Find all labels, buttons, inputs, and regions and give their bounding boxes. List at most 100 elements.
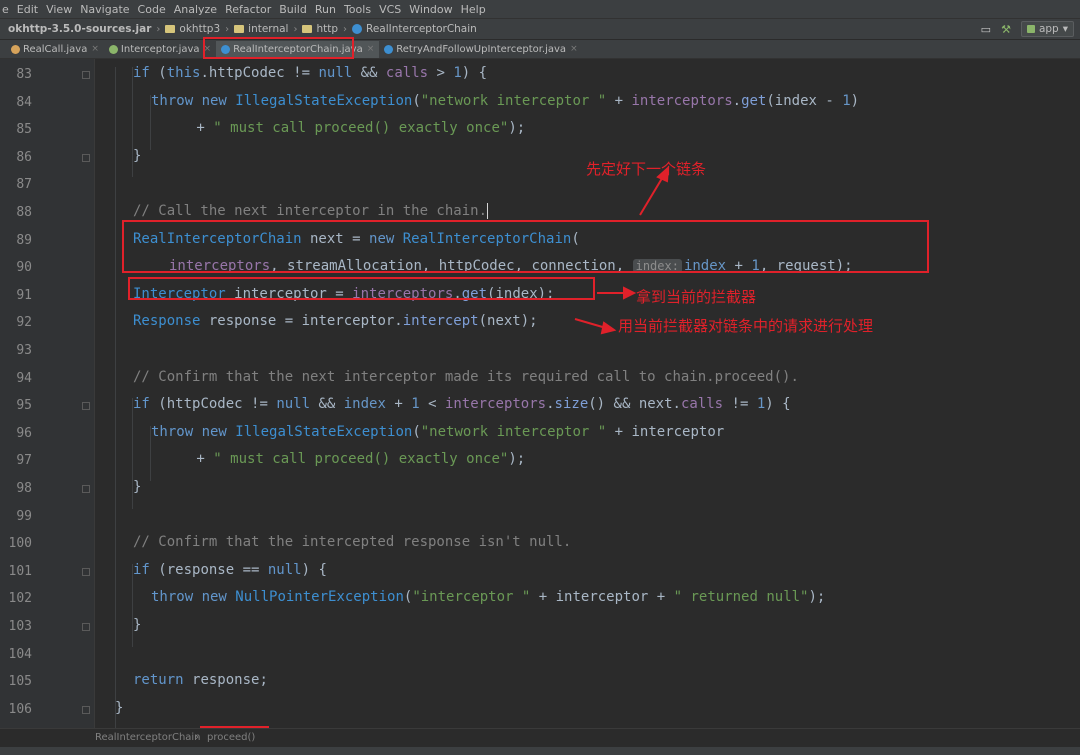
- line-number: 104: [8, 646, 32, 662]
- annotation-box-next-chain: [122, 220, 929, 273]
- code-line[interactable]: if (httpCodec != null && index + 1 < int…: [133, 396, 791, 412]
- code-token: null: [276, 396, 311, 413]
- menu-item-analyze[interactable]: Analyze: [174, 3, 217, 16]
- code-line[interactable]: if (response == null) {: [133, 562, 327, 578]
- code-token: .: [732, 92, 742, 109]
- annotation-text-get-interceptor: 拿到当前的拦截器: [636, 288, 757, 306]
- code-token: response = interceptor.: [200, 313, 403, 330]
- line-number: 88: [16, 205, 32, 220]
- fold-marker-icon[interactable]: [82, 402, 90, 411]
- code-line[interactable]: if (this.httpCodec != null && calls > 1)…: [133, 65, 487, 81]
- run-config-select[interactable]: app ▾: [1020, 21, 1074, 37]
- text-caret: [487, 203, 489, 219]
- chevron-right-icon: ›: [343, 23, 348, 35]
- nav-crumb-internal-label: internal: [248, 23, 289, 35]
- code-token: if: [133, 396, 159, 413]
- indent-guide: [150, 94, 151, 150]
- fold-marker-icon[interactable]: [82, 705, 90, 714]
- code-token: " returned null": [673, 589, 809, 606]
- nav-crumb-class[interactable]: RealInterceptorChain: [352, 23, 477, 35]
- file-icon: [11, 44, 20, 54]
- toolbar-right: ▭ ⚒ app ▾: [981, 21, 1074, 37]
- line-number-gutter: 83 84 85 86 87 88 89 90 91 92 93 94 95 96 97 98 99 100 101…: [0, 59, 95, 744]
- fold-marker-icon[interactable]: [82, 153, 90, 162]
- code-line[interactable]: return response;: [133, 672, 268, 688]
- close-icon[interactable]: ×: [570, 44, 578, 54]
- code-token: }: [133, 617, 142, 633]
- menu-item-build[interactable]: Build: [279, 3, 307, 16]
- code-token: calls: [385, 65, 429, 81]
- close-icon[interactable]: ×: [91, 44, 99, 54]
- menu-item-vcs[interactable]: VCS: [379, 3, 401, 16]
- indent-guide: [132, 67, 133, 178]
- tab-0[interactable]: RealCall.java ×: [6, 41, 104, 58]
- line-number: 106: [8, 701, 32, 717]
- code-line[interactable]: // Confirm that the intercepted response…: [133, 534, 571, 550]
- annotation-box-tab: [203, 37, 354, 59]
- line-number: 98: [16, 481, 32, 496]
- fold-marker-icon[interactable]: [82, 623, 90, 631]
- code-token: 1: [842, 92, 851, 109]
- code-token: ): [850, 92, 860, 109]
- code-line[interactable]: throw new IllegalStateException("network…: [151, 93, 859, 109]
- menu-item-help[interactable]: Help: [461, 3, 486, 16]
- tab-label: RetryAndFollowUpInterceptor.java: [396, 43, 567, 55]
- nav-crumb-http[interactable]: http: [302, 23, 338, 35]
- folder-icon: [302, 25, 313, 33]
- breadcrumb-class[interactable]: RealInterceptorChain: [95, 732, 201, 743]
- code-token: + interceptor: [606, 423, 725, 440]
- line-number: 95: [16, 398, 32, 414]
- code-token: +: [606, 92, 632, 109]
- code-line[interactable]: throw new IllegalStateException("network…: [151, 424, 724, 440]
- fold-marker-icon[interactable]: [82, 567, 90, 576]
- line-number: 97: [16, 453, 32, 469]
- code-line[interactable]: }: [133, 617, 141, 633]
- code-line[interactable]: // Confirm that the next interceptor mad…: [133, 369, 799, 385]
- chevron-right-icon: ›: [156, 23, 161, 35]
- menu-item-run[interactable]: Run: [315, 3, 336, 16]
- menu-item-edit[interactable]: Edit: [17, 3, 38, 16]
- code-line[interactable]: }: [115, 700, 123, 716]
- nav-crumb-jar[interactable]: okhttp-3.5.0-sources.jar: [8, 23, 151, 35]
- breadcrumb-method[interactable]: proceed(): [207, 732, 255, 743]
- tab-3[interactable]: RetryAndFollowUpInterceptor.java ×: [379, 41, 582, 58]
- code-line[interactable]: + " must call proceed() exactly once");: [188, 120, 525, 136]
- menu-item-code[interactable]: Code: [138, 3, 166, 16]
- code-token: // Call the next interceptor in the chai…: [133, 203, 488, 219]
- chevron-right-icon: ›: [293, 23, 298, 35]
- line-number: 86: [16, 149, 32, 165]
- hammer-icon[interactable]: ⚒: [1001, 23, 1011, 36]
- fold-marker-icon[interactable]: [82, 485, 90, 493]
- line-number: 103: [8, 619, 32, 634]
- window-icon[interactable]: ▭: [981, 23, 991, 36]
- run-config-label: app: [1038, 23, 1059, 35]
- menu-item-window[interactable]: Window: [409, 3, 452, 16]
- code-line[interactable]: }: [133, 148, 141, 164]
- navigation-bar: okhttp-3.5.0-sources.jar › okhttp3 › int…: [0, 19, 1080, 40]
- line-number: 83: [16, 67, 32, 82]
- line-number: 91: [16, 287, 32, 303]
- file-icon: [384, 44, 394, 54]
- menu-item-view[interactable]: View: [46, 3, 72, 16]
- code-line[interactable]: // Call the next interceptor in the chai…: [133, 203, 489, 219]
- code-token: 1: [411, 396, 420, 413]
- code-token: (: [158, 65, 167, 81]
- menu-item-tools[interactable]: Tools: [344, 3, 371, 16]
- code-line[interactable]: + " must call proceed() exactly once");: [188, 451, 525, 467]
- code-token: ) {: [461, 65, 488, 81]
- code-token: throw new: [151, 92, 236, 109]
- code-token: " must call proceed() exactly once": [213, 120, 509, 137]
- code-token: +: [385, 396, 412, 413]
- nav-crumb-okhttp3[interactable]: okhttp3: [165, 23, 220, 35]
- code-line[interactable]: Response response = interceptor.intercep…: [133, 313, 538, 329]
- fold-marker-icon[interactable]: [82, 71, 90, 79]
- nav-crumb-okhttp3-label: okhttp3: [179, 23, 221, 35]
- code-line[interactable]: }: [133, 479, 141, 495]
- menu-item-refactor[interactable]: Refactor: [225, 3, 271, 16]
- nav-crumb-internal[interactable]: internal: [234, 23, 288, 35]
- code-line[interactable]: throw new NullPointerException("intercep…: [151, 589, 825, 605]
- menu-item-navigate[interactable]: Navigate: [80, 3, 129, 16]
- menu-item-e[interactable]: e: [2, 3, 9, 16]
- close-icon[interactable]: ×: [367, 44, 375, 54]
- tab-1[interactable]: Interceptor.java ×: [104, 41, 216, 58]
